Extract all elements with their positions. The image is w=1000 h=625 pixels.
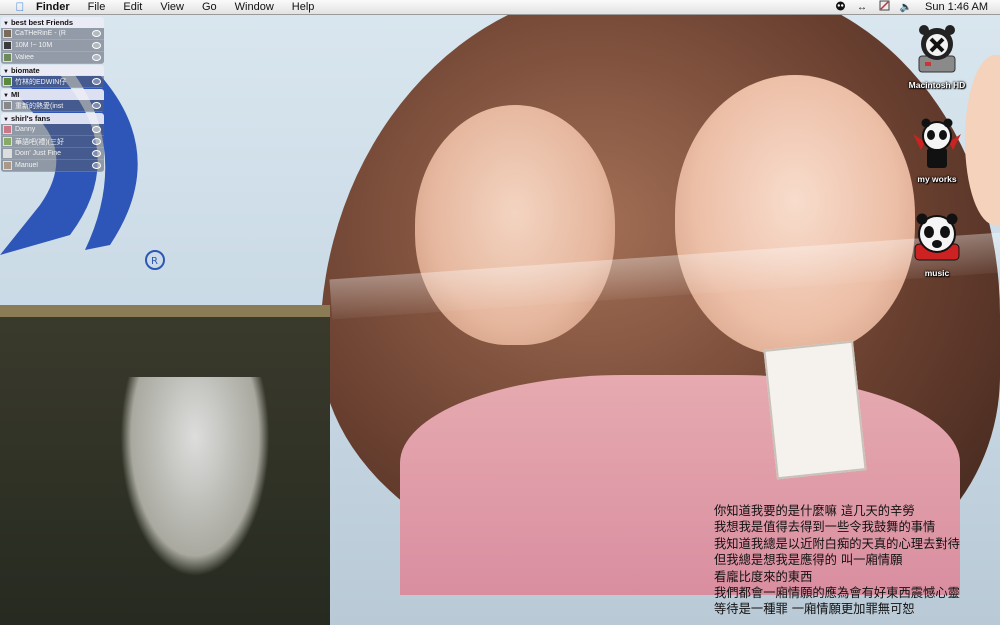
script-icon[interactable]	[873, 0, 895, 14]
menu-view[interactable]: View	[151, 0, 193, 15]
buddy-row[interactable]: 10M !~ 10M	[1, 40, 104, 52]
menu-clock[interactable]: Sun 1:46 AM	[917, 1, 1000, 13]
panda-status-icon[interactable]	[829, 0, 851, 14]
lyrics-line: 我知道我總是以近附白痴的天真的心理去對待	[714, 536, 960, 551]
buddy-group-shirls-fans: ▼ shirl's fans Danny 華語吧(禮)(三好 Doin' Just…	[1, 113, 104, 172]
status-bubble-icon	[92, 78, 101, 85]
desktop-lyrics-text: 你知道我要的是什麼嘛 這几天的辛勞 我想我是值得去得到一些令我鼓舞的事情 我知道…	[714, 503, 1000, 618]
desktop-icon-macintosh-hd[interactable]: Macintosh HD	[897, 22, 977, 90]
desktop-icon-label: Macintosh HD	[908, 80, 966, 90]
status-bubble-icon	[92, 126, 101, 133]
avatar	[3, 125, 12, 134]
buddy-group-biomate: ▼ biomate 竹林的EDWIN仔	[1, 65, 104, 88]
avatar	[3, 137, 12, 146]
avatar	[3, 101, 12, 110]
status-bubble-icon	[92, 30, 101, 37]
lyrics-line: 等待是一種罪 一廂情願更加罪無可恕	[714, 602, 915, 617]
wallpaper-window-reflection	[0, 305, 330, 625]
lyrics-line: 看龐比度來的東西	[714, 569, 813, 584]
buddy-row[interactable]: Manuel	[1, 160, 104, 172]
group-header[interactable]: ▼ shirl's fans	[1, 113, 104, 124]
buddy-row[interactable]: Doin' Just Fine	[1, 148, 104, 160]
group-header[interactable]: ▼ biomate	[1, 65, 104, 76]
desktop-icon-music[interactable]: music	[897, 210, 977, 278]
menu-file[interactable]: File	[79, 0, 115, 15]
volume-icon[interactable]: 🔈	[895, 2, 917, 13]
group-header[interactable]: ▼ best best Friends	[1, 17, 104, 28]
avatar	[3, 41, 12, 50]
buddy-row[interactable]: 華語吧(禮)(三好	[1, 136, 104, 148]
avatar	[3, 149, 12, 158]
apple-icon[interactable]: 	[10, 0, 30, 14]
buddy-row[interactable]: Danny	[1, 124, 104, 136]
buddy-group-mi: ▼ MI 重新的熱愛(inst	[1, 89, 104, 112]
status-bubble-icon	[92, 54, 101, 61]
buddy-row[interactable]: CaTHeRinE - (R	[1, 28, 104, 40]
desktop-icon-label: my works	[917, 174, 957, 184]
avatar	[3, 161, 12, 170]
panda-music-icon	[909, 210, 965, 266]
buddy-row[interactable]: Valiee	[1, 52, 104, 64]
menu-window[interactable]: Window	[226, 0, 283, 15]
buddy-row[interactable]: 重新的熱愛(inst	[1, 100, 104, 112]
status-bubble-icon	[92, 102, 101, 109]
lyrics-line: 你知道我要的是什麼嘛 這几天的辛勞	[714, 504, 915, 518]
avatar	[3, 29, 12, 38]
buddy-row[interactable]: 竹林的EDWIN仔	[1, 76, 104, 88]
panda-devil-icon	[909, 116, 965, 172]
lyrics-line: 但我總是想我是應得的 叫一廂情願	[714, 553, 903, 568]
sync-arrows-icon[interactable]: ↔	[851, 2, 873, 13]
status-bubble-icon	[92, 162, 101, 169]
menu-go[interactable]: Go	[193, 0, 226, 15]
lyrics-line: 我們都會一廂情願的應為會有好東西震憾心靈	[714, 586, 960, 601]
menu-finder[interactable]: Finder	[30, 0, 79, 15]
panda-robot-hd-icon	[909, 22, 965, 78]
svg-text:R: R	[151, 256, 158, 267]
menu-edit[interactable]: Edit	[114, 0, 151, 15]
menu-bar:  Finder File Edit View Go Window Help ↔…	[0, 0, 1000, 15]
status-bubble-icon	[92, 42, 101, 49]
buddy-list-widget: ▼ best best Friends CaTHeRinE - (R 10M !~…	[1, 16, 104, 172]
group-header[interactable]: ▼ MI	[1, 89, 104, 100]
desktop-icon-label: music	[924, 268, 950, 278]
status-bubble-icon	[92, 138, 101, 145]
buddy-group-best-best-friends: ▼ best best Friends CaTHeRinE - (R 10M !~…	[1, 17, 104, 64]
desktop-icon-my-works[interactable]: my works	[897, 116, 977, 184]
menu-help[interactable]: Help	[283, 0, 324, 15]
avatar	[3, 53, 12, 62]
lyrics-line: 我想我是值得去得到一些令我鼓舞的事情	[714, 520, 936, 535]
menu-extras: ↔ 🔈 Sun 1:46 AM	[829, 0, 1000, 15]
avatar	[3, 77, 12, 86]
status-bubble-icon	[92, 150, 101, 157]
